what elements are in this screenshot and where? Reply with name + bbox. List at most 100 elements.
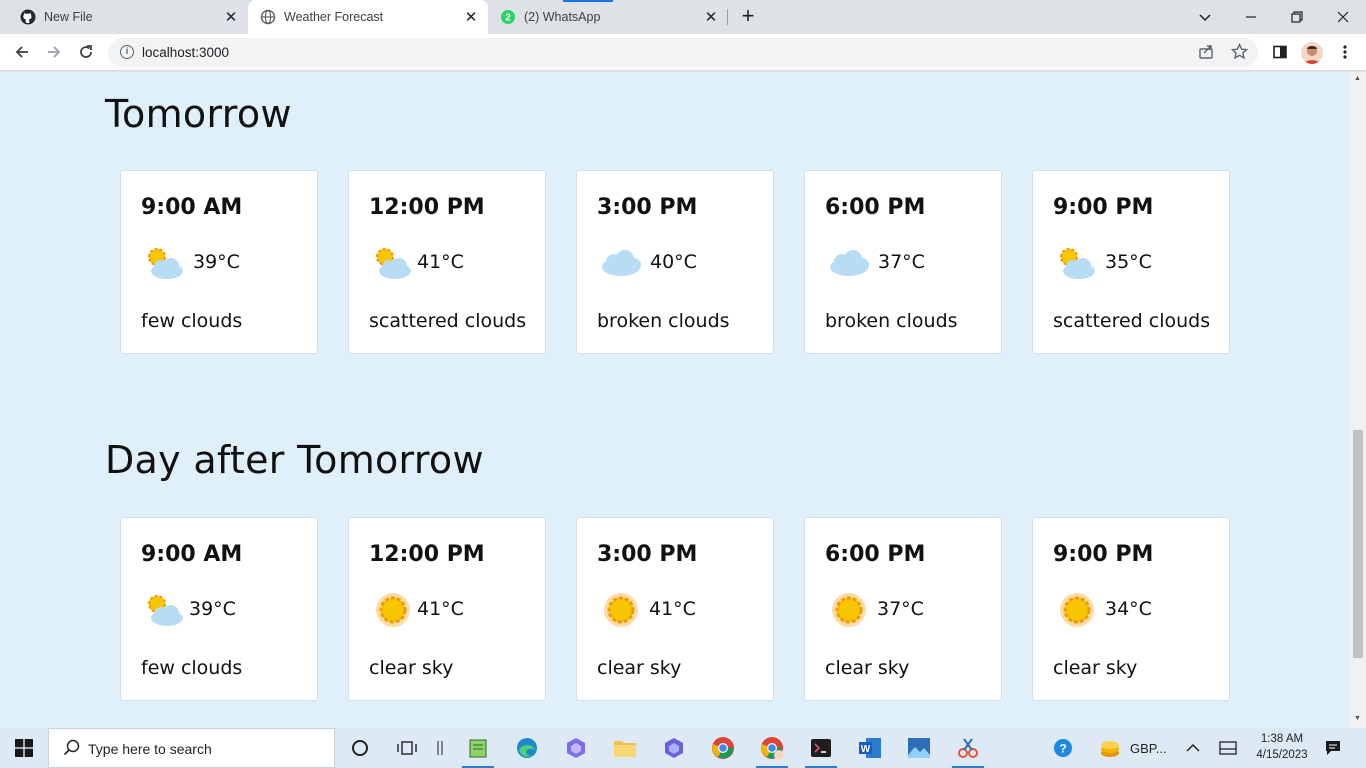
forecast-desc: broken clouds xyxy=(597,310,730,332)
terminal-app-icon[interactable] xyxy=(801,732,841,768)
few-clouds-icon xyxy=(1060,248,1095,279)
chevron-up-icon[interactable] xyxy=(1173,732,1213,764)
forecast-temp: 37°C xyxy=(878,251,925,273)
word-app-icon[interactable]: W xyxy=(850,732,890,764)
restore-button[interactable] xyxy=(1274,0,1320,34)
sun-icon xyxy=(376,593,410,627)
help-icon[interactable]: ? xyxy=(1043,732,1083,764)
forecast-desc: few clouds xyxy=(141,657,243,679)
bookmark-star-icon[interactable] xyxy=(1230,42,1249,65)
forecast-card: 12:00 PM 41°C clear sky xyxy=(348,517,546,701)
forecast-desc: few clouds xyxy=(141,310,243,332)
windows-taskbar: Type here to search W ? GBP... 1:38 AM 4… xyxy=(0,728,1366,768)
clock-date: 4/15/2023 xyxy=(1256,749,1308,761)
taskbar-separator-icon xyxy=(420,732,460,764)
new-tab-button[interactable]: + xyxy=(736,5,760,29)
tab-weather-forecast[interactable]: Weather Forecast ✕ xyxy=(248,0,488,34)
forecast-desc: scattered clouds xyxy=(1053,310,1211,332)
minimize-button[interactable] xyxy=(1228,0,1274,34)
tab-loading-indicator xyxy=(563,0,613,2)
back-button[interactable] xyxy=(10,40,34,64)
forecast-time: 9:00 PM xyxy=(1053,542,1154,567)
forecast-time: 9:00 AM xyxy=(141,195,243,220)
few-clouds-icon xyxy=(148,595,183,626)
forecast-time: 9:00 PM xyxy=(1053,195,1154,220)
start-button[interactable] xyxy=(0,728,48,768)
side-panel-icon[interactable] xyxy=(1268,40,1292,64)
forecast-time: 6:00 PM xyxy=(825,195,926,220)
globe-icon xyxy=(260,9,276,25)
forecast-temp: 39°C xyxy=(189,598,236,620)
edge-app-icon[interactable] xyxy=(507,732,547,764)
forecast-desc: clear sky xyxy=(1053,657,1138,679)
notification-icon[interactable] xyxy=(1313,732,1353,764)
forecast-temp: 37°C xyxy=(877,598,924,620)
copilot-app-icon[interactable] xyxy=(556,732,596,764)
tab-whatsapp[interactable]: 2 (2) WhatsApp ✕ xyxy=(488,0,728,34)
clock-time: 1:38 AM xyxy=(1260,733,1304,745)
forecast-desc: scattered clouds xyxy=(369,310,527,332)
forward-button[interactable] xyxy=(42,40,66,64)
forecast-card: 3:00 PM 40°C broken clouds xyxy=(576,170,774,354)
forecast-time: 12:00 PM xyxy=(369,195,485,220)
currency-widget-icon[interactable] xyxy=(1090,732,1130,764)
forecast-temp: 41°C xyxy=(417,598,464,620)
search-icon xyxy=(63,739,80,756)
section-title-tomorrow: Tomorrow xyxy=(105,92,292,136)
chrome-profile-app-icon[interactable] xyxy=(752,732,792,768)
forecast-desc: broken clouds xyxy=(825,310,958,332)
teams-app-icon[interactable] xyxy=(654,732,694,764)
sun-icon xyxy=(832,593,866,627)
url-text[interactable]: localhost:3000 xyxy=(142,45,229,60)
close-window-button[interactable] xyxy=(1320,0,1366,34)
close-tab-icon[interactable]: ✕ xyxy=(702,8,720,26)
cloud-icon xyxy=(830,250,869,276)
forecast-card: 9:00 AM 39°C few clouds xyxy=(120,170,318,354)
forecast-card: 3:00 PM 41°C clear sky xyxy=(576,517,774,701)
forecast-temp: 41°C xyxy=(417,251,464,273)
scroll-down-arrow-icon[interactable]: ▼ xyxy=(1354,715,1361,722)
forecast-card: 9:00 PM 34°C clear sky xyxy=(1032,517,1230,701)
system-clock[interactable]: 1:38 AM 4/15/2023 xyxy=(1252,731,1312,763)
forecast-temp: 35°C xyxy=(1105,251,1152,273)
forecast-temp: 39°C xyxy=(193,251,240,273)
forecast-card: 9:00 PM 35°C scattered clouds xyxy=(1032,170,1230,354)
reload-button[interactable] xyxy=(74,40,98,64)
scroll-up-arrow-icon[interactable]: ▲ xyxy=(1354,75,1361,82)
snipping-tool-icon[interactable] xyxy=(948,732,988,768)
close-tab-icon[interactable]: ✕ xyxy=(462,8,480,26)
notepad-app-icon[interactable] xyxy=(458,732,498,768)
scrollbar-thumb[interactable] xyxy=(1353,430,1363,658)
forecast-temp: 34°C xyxy=(1105,598,1152,620)
close-tab-icon[interactable]: ✕ xyxy=(222,8,240,26)
tab-new-file[interactable]: New File ✕ xyxy=(8,0,248,34)
forecast-time: 3:00 PM xyxy=(597,195,698,220)
chrome-app-icon[interactable] xyxy=(703,732,743,764)
forecast-temp: 40°C xyxy=(650,251,697,273)
sun-icon xyxy=(1060,593,1094,627)
address-bar[interactable]: i localhost:3000 xyxy=(108,38,1258,67)
share-icon[interactable] xyxy=(1198,44,1214,65)
profile-avatar[interactable] xyxy=(1301,42,1323,64)
whatsapp-badge: 2 xyxy=(505,13,511,24)
cortana-icon[interactable] xyxy=(340,732,380,764)
page-scrollbar[interactable]: ▲ ▼ xyxy=(1350,72,1366,728)
site-info-icon[interactable]: i xyxy=(120,45,134,59)
file-explorer-icon[interactable] xyxy=(605,732,645,764)
photos-app-icon[interactable] xyxy=(899,732,939,764)
forecast-desc: clear sky xyxy=(825,657,910,679)
windows-logo-icon xyxy=(15,739,33,757)
menu-dots-icon[interactable] xyxy=(1333,40,1357,64)
forecast-time: 12:00 PM xyxy=(369,542,485,567)
svg-text:W: W xyxy=(861,744,871,755)
forecast-card: 12:00 PM 41°C scattered clouds xyxy=(348,170,546,354)
keyboard-icon[interactable] xyxy=(1208,732,1248,764)
tab-search-icon[interactable] xyxy=(1182,0,1228,34)
forecast-card: 6:00 PM 37°C broken clouds xyxy=(804,170,1002,354)
tab-title: (2) WhatsApp xyxy=(524,10,601,24)
taskbar-search-box[interactable]: Type here to search xyxy=(48,728,335,768)
tab-title: Weather Forecast xyxy=(284,10,384,24)
forecast-desc: clear sky xyxy=(597,657,682,679)
few-clouds-icon xyxy=(376,248,411,279)
currency-widget-label[interactable]: GBP... xyxy=(1130,741,1167,756)
